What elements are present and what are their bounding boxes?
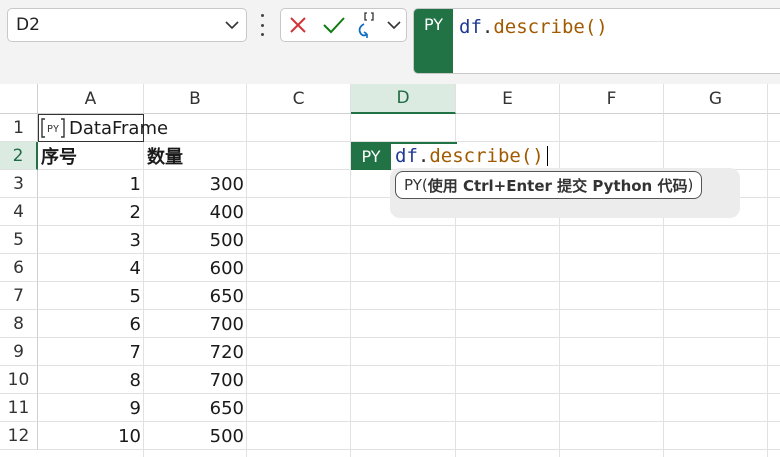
python-icon[interactable]: PY (40, 117, 66, 139)
cell-d2-input[interactable]: df. describe() (395, 144, 550, 168)
cell-d2-editor[interactable]: PY df. describe() (351, 142, 550, 170)
cell-a10[interactable]: 8 (38, 366, 144, 394)
cell-a12[interactable]: 10 (38, 422, 144, 450)
row-header-3[interactable]: 3 (0, 170, 38, 198)
name-box[interactable]: D2 (7, 8, 247, 42)
cancel-icon[interactable] (287, 9, 309, 41)
chevron-down-icon[interactable] (222, 20, 242, 30)
row-header-6[interactable]: 6 (0, 254, 38, 282)
cell-b10[interactable]: 700 (144, 366, 247, 394)
insert-python-icon[interactable] (355, 9, 381, 41)
cell-b7[interactable]: 650 (144, 282, 247, 310)
cell-a7[interactable]: 5 (38, 282, 144, 310)
gridline (559, 114, 560, 457)
cell-a4[interactable]: 2 (38, 198, 144, 226)
formula-text[interactable]: df.describe() (459, 16, 608, 38)
formula-token-parens: () (520, 145, 544, 167)
formula-input[interactable]: PY df.describe() (413, 8, 780, 74)
row-header-4[interactable]: 4 (0, 198, 38, 226)
tooltip-suffix: ) (687, 176, 694, 194)
column-header-h[interactable] (768, 84, 780, 114)
row-header-10[interactable]: 10 (0, 366, 38, 394)
column-header-e[interactable]: E (456, 84, 560, 114)
row-header-1[interactable]: 1 (0, 114, 38, 142)
formula-bar-area: D2 PY df.describe() (0, 0, 780, 84)
cell-a11[interactable]: 9 (38, 394, 144, 422)
row-header-11[interactable]: 11 (0, 394, 38, 422)
formula-token-parens: () (584, 16, 608, 38)
gridline (767, 114, 768, 457)
column-header-b[interactable]: B (144, 84, 247, 114)
tooltip-hint: 使用 Ctrl+Enter 提交 Python 代码 (427, 176, 688, 195)
column-header-f[interactable]: F (560, 84, 664, 114)
column-header-a[interactable]: A (38, 84, 144, 114)
cell-b2[interactable]: 数量 (144, 142, 247, 170)
chevron-down-icon[interactable] (385, 9, 403, 41)
cell-b6[interactable]: 600 (144, 254, 247, 282)
svg-text:PY: PY (47, 124, 59, 135)
formula-actions (280, 8, 407, 42)
cell-a8[interactable]: 6 (38, 310, 144, 338)
cell-a2[interactable]: 序号 (38, 142, 144, 170)
cell-b9[interactable]: 720 (144, 338, 247, 366)
row-header-5[interactable]: 5 (0, 226, 38, 254)
row-header-2[interactable]: 2 (0, 142, 38, 170)
cell-a3[interactable]: 1 (38, 170, 144, 198)
formula-token-dot: . (481, 16, 494, 38)
row-header-8[interactable]: 8 (0, 310, 38, 338)
cell-a1-text: DataFrame (69, 117, 169, 139)
cell-b8[interactable]: 700 (144, 310, 247, 338)
formula-token-function: describe (429, 145, 521, 167)
column-header-c[interactable]: C (247, 84, 351, 114)
spreadsheet-grid[interactable]: A B C D E F G 1 2 3 4 5 6 7 8 9 10 11 12… (0, 84, 780, 457)
more-options-icon[interactable] (258, 14, 266, 36)
cell-b12[interactable]: 500 (144, 422, 247, 450)
formula-token-var: df (459, 16, 482, 38)
cell-a9[interactable]: 7 (38, 338, 144, 366)
cell-b11[interactable]: 650 (144, 394, 247, 422)
column-header-g[interactable]: G (664, 84, 768, 114)
python-mode-badge[interactable]: PY (414, 9, 453, 73)
row-header-9[interactable]: 9 (0, 338, 38, 366)
gridline (663, 114, 664, 457)
cell-a6[interactable]: 4 (38, 254, 144, 282)
formula-token-var: df (395, 145, 418, 167)
text-cursor (546, 146, 548, 166)
column-header-d[interactable]: D (351, 84, 456, 114)
row-header-7[interactable]: 7 (0, 282, 38, 310)
cell-b5[interactable]: 500 (144, 226, 247, 254)
confirm-icon[interactable] (321, 9, 347, 41)
formula-token-dot: . (417, 145, 430, 167)
cell-a5[interactable]: 3 (38, 226, 144, 254)
python-hint-tooltip: PY(使用 Ctrl+Enter 提交 Python 代码) (395, 171, 703, 199)
cell-a1-content[interactable]: PY DataFrame (40, 114, 168, 142)
cell-b3[interactable]: 300 (144, 170, 247, 198)
name-box-value[interactable]: D2 (8, 15, 222, 35)
cell-b4[interactable]: 400 (144, 198, 247, 226)
select-all-corner[interactable] (0, 84, 38, 114)
formula-token-function: describe (493, 16, 585, 38)
python-mode-badge[interactable]: PY (351, 142, 391, 170)
tooltip-prefix: PY( (404, 176, 428, 194)
row-header-12[interactable]: 12 (0, 422, 38, 450)
